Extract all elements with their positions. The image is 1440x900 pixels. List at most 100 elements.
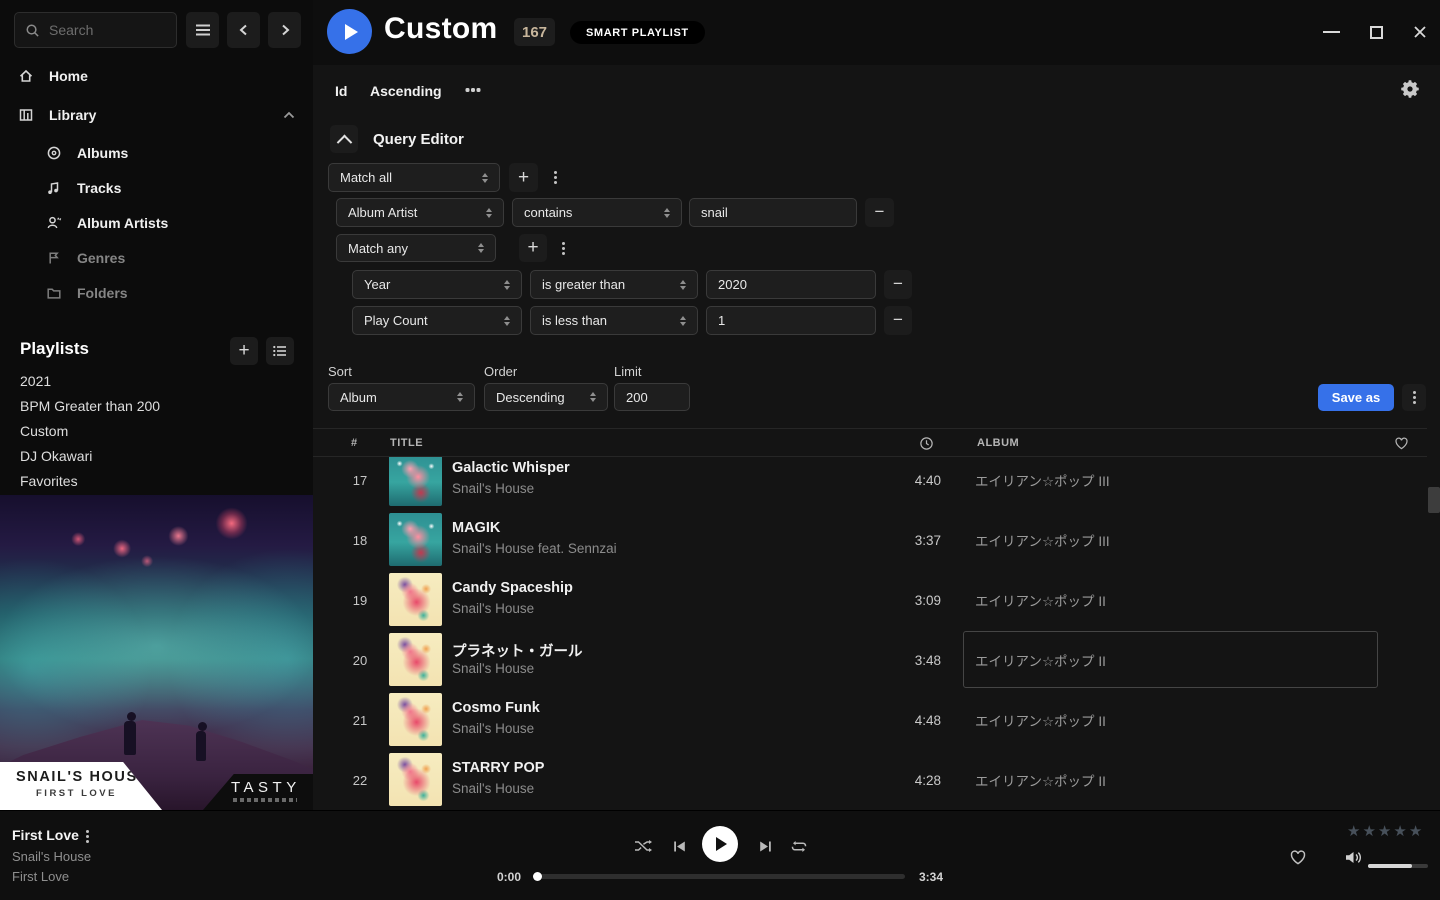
row-artist: Snail's House — [452, 481, 534, 496]
playlist-item[interactable]: BPM Greater than 200 — [0, 393, 313, 418]
sort-field-button[interactable]: Id — [335, 83, 347, 99]
previous-button[interactable] — [668, 835, 690, 857]
favorite-heart-icon[interactable] — [1394, 436, 1409, 451]
seek-slider[interactable] — [535, 874, 905, 879]
shuffle-button[interactable] — [632, 835, 654, 857]
favorite-button[interactable] — [1289, 849, 1307, 866]
window-close-button[interactable] — [1405, 18, 1435, 46]
now-playing-menu-button[interactable] — [80, 828, 94, 844]
playlist-item[interactable]: Custom — [0, 418, 313, 443]
sidebar-item-tracks[interactable]: Tracks — [0, 172, 313, 204]
elapsed-time: 0:00 — [497, 870, 521, 884]
row-title: MAGIK — [452, 520, 500, 536]
remove-rule-button[interactable] — [884, 270, 912, 299]
queue-button[interactable] — [1318, 848, 1336, 868]
volume-button[interactable] — [1344, 849, 1364, 866]
sidebar-item-label: Album Artists — [77, 215, 168, 231]
rule-operator-select[interactable]: contains — [512, 198, 682, 227]
match-all-select[interactable]: Match all — [328, 163, 500, 192]
group-menu-button[interactable] — [554, 234, 572, 262]
window-maximize-button[interactable] — [1361, 18, 1391, 46]
group-rule-field-select[interactable]: Play Count — [352, 306, 522, 335]
search-input-wrap[interactable] — [14, 12, 177, 48]
home-icon — [18, 68, 34, 84]
order-select[interactable]: Descending — [484, 383, 608, 411]
sidebar-item-home[interactable]: Home — [0, 60, 313, 92]
save-menu-button[interactable] — [1402, 384, 1426, 411]
sidebar-item-albums[interactable]: Albums — [0, 137, 313, 169]
repeat-button[interactable] — [788, 835, 810, 857]
limit-input[interactable] — [614, 383, 690, 411]
nav-forward-button[interactable] — [268, 12, 301, 48]
sidebar-item-album-artists[interactable]: Album Artists — [0, 207, 313, 239]
now-playing-artist[interactable]: Snail's House — [12, 849, 91, 864]
volume-slider[interactable] — [1368, 864, 1428, 868]
duration-clock-icon[interactable] — [919, 436, 934, 451]
play-playlist-button[interactable] — [327, 9, 372, 54]
playlist-item[interactable]: 2021 — [0, 368, 313, 393]
sort-select[interactable]: Album — [328, 383, 475, 411]
column-album[interactable]: ALBUM — [977, 437, 1019, 449]
rule-operator-value: contains — [524, 205, 572, 220]
playlist-item[interactable]: Favorites — [0, 468, 313, 493]
remove-rule-button[interactable] — [865, 198, 894, 227]
group-rule-field-select[interactable]: Year — [352, 270, 522, 299]
add-rule-button[interactable] — [509, 163, 538, 192]
sort-label: Sort — [328, 364, 352, 379]
now-playing-title[interactable]: First Love — [12, 827, 79, 843]
save-as-button[interactable]: Save as — [1318, 384, 1394, 411]
menu-button[interactable] — [186, 12, 219, 48]
select-chevrons-icon — [457, 392, 463, 402]
row-number: 19 — [340, 570, 380, 630]
playlist-list-button[interactable] — [266, 337, 294, 365]
table-row[interactable]: 21 Cosmo Funk Snail's House 4:48 エイリアン☆ポ… — [313, 690, 1427, 750]
table-row[interactable]: 20 プラネット・ガール Snail's House 3:48 エイリアン☆ポッ… — [313, 630, 1427, 690]
search-input[interactable] — [49, 22, 149, 38]
query-editor-collapse-button[interactable] — [330, 125, 358, 153]
star-icon[interactable] — [1409, 822, 1423, 840]
sidebar-item-library[interactable]: Library — [0, 99, 313, 131]
sidebar-item-genres[interactable]: Genres — [0, 242, 313, 274]
group-rule-operator-select[interactable]: is less than — [530, 306, 698, 335]
repeat-icon — [790, 839, 808, 854]
table-row[interactable]: 19 Candy Spaceship Snail's House 3:09 エイ… — [313, 570, 1427, 630]
scrollbar-thumb[interactable] — [1428, 487, 1440, 513]
group-rule-operator-select[interactable]: is greater than — [530, 270, 698, 299]
window-minimize-button[interactable] — [1316, 18, 1346, 46]
rule-group-menu-button[interactable] — [546, 163, 564, 192]
sidebar-item-folders[interactable]: Folders — [0, 277, 313, 309]
column-title[interactable]: TITLE — [390, 437, 423, 449]
remove-rule-button[interactable] — [884, 306, 912, 335]
add-playlist-button[interactable] — [230, 337, 258, 365]
group-add-rule-button[interactable] — [519, 234, 547, 262]
row-cover-art — [389, 513, 442, 566]
sort-direction-button[interactable]: Ascending — [370, 83, 442, 99]
more-options-button[interactable] — [462, 82, 484, 98]
star-icon[interactable] — [1362, 822, 1376, 840]
match-any-select[interactable]: Match any — [336, 234, 496, 262]
group-rule-value-input[interactable] — [706, 306, 876, 335]
table-row[interactable]: 22 STARRY POP Snail's House 4:28 エイリアン☆ポ… — [313, 750, 1427, 810]
settings-button[interactable] — [1400, 79, 1422, 101]
row-album: エイリアン☆ポップ II — [975, 630, 1385, 690]
rule-value-input[interactable] — [689, 198, 857, 227]
rule-field-select[interactable]: Album Artist — [336, 198, 504, 227]
table-row[interactable]: 18 MAGIK Snail's House feat. Sennzai 3:3… — [313, 510, 1427, 570]
page-title: Custom — [384, 12, 497, 46]
table-row[interactable]: 17 Galactic Whisper Snail's House 4:40 エ… — [313, 450, 1427, 510]
star-icon[interactable] — [1393, 822, 1407, 840]
rating-stars[interactable] — [1347, 822, 1423, 840]
playlist-item[interactable]: DJ Okawari — [0, 443, 313, 468]
collapse-chevron-icon[interactable] — [283, 111, 295, 119]
row-duration: 3:09 — [881, 570, 941, 630]
seek-knob[interactable] — [533, 872, 542, 881]
group-rule-value-input[interactable] — [706, 270, 876, 299]
previous-icon — [672, 839, 687, 854]
star-icon[interactable] — [1347, 822, 1361, 840]
column-index[interactable]: # — [351, 437, 358, 449]
nav-back-button[interactable] — [227, 12, 260, 48]
next-button[interactable] — [754, 835, 776, 857]
now-playing-album[interactable]: First Love — [12, 869, 69, 884]
star-icon[interactable] — [1378, 822, 1392, 840]
play-pause-button[interactable] — [702, 826, 738, 862]
